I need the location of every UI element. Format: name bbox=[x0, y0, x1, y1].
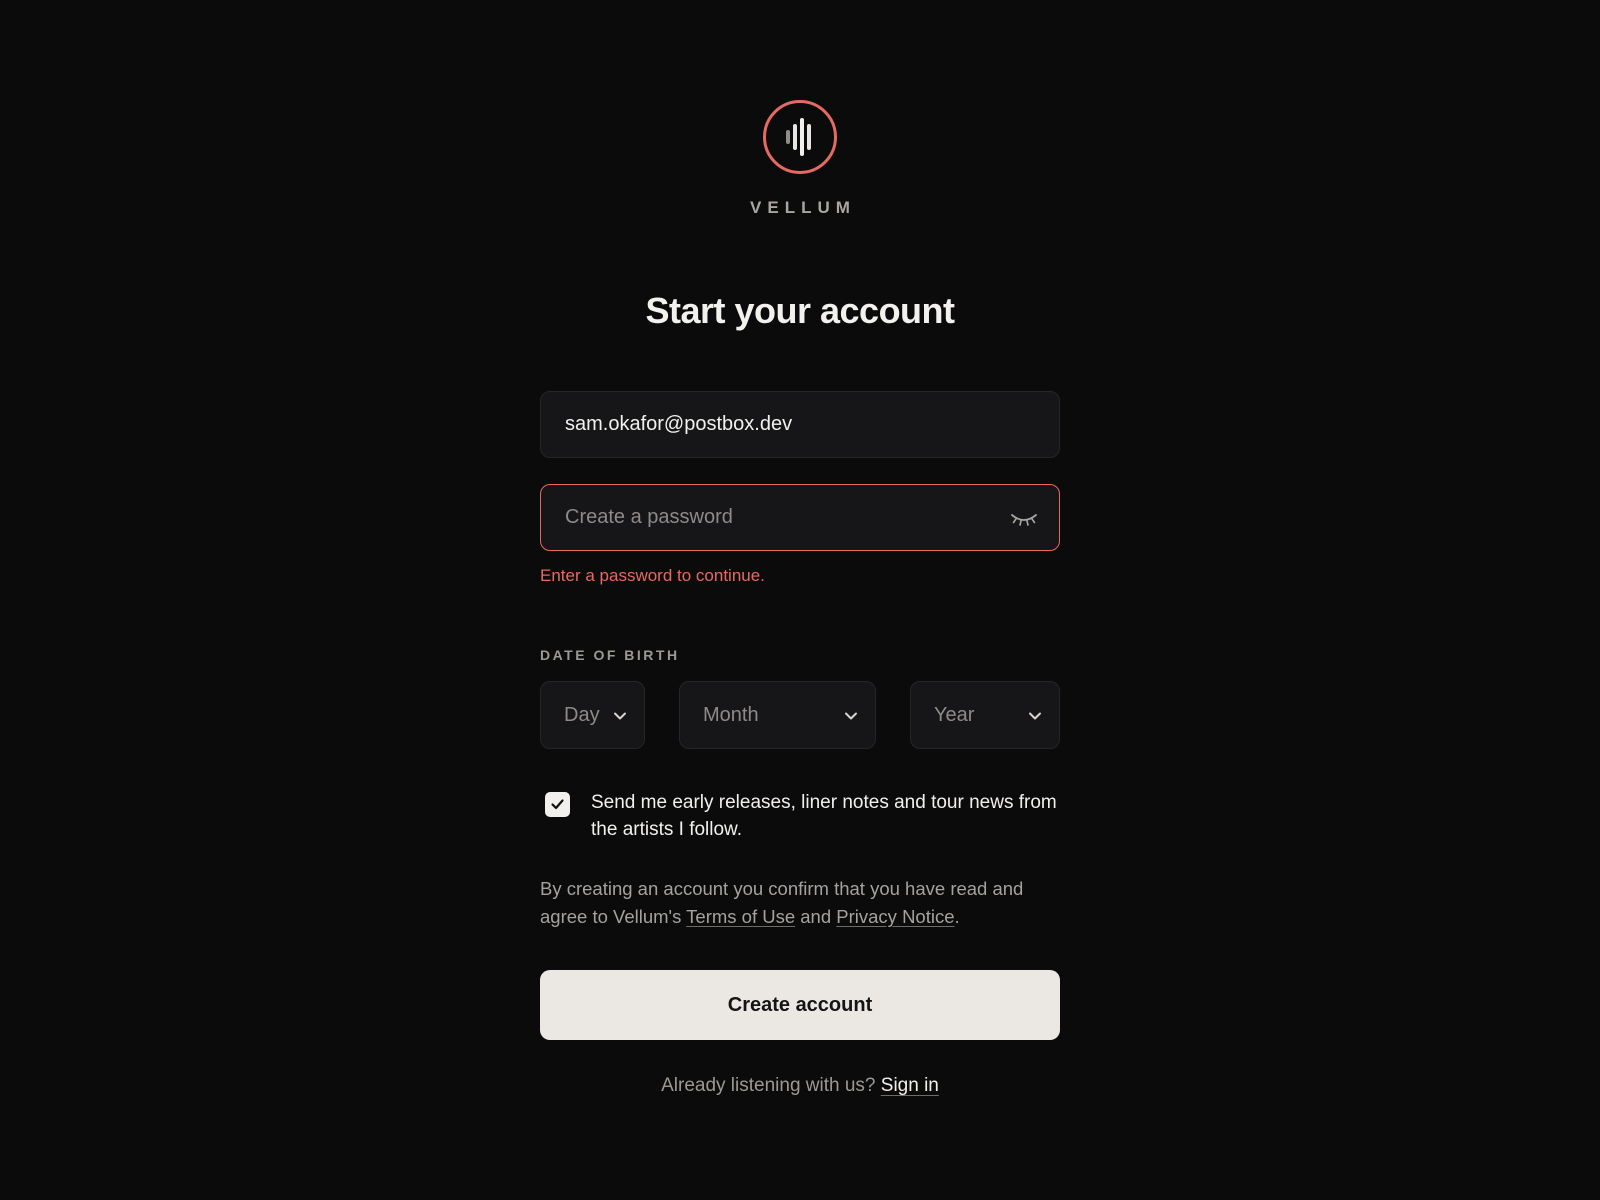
privacy-notice-link[interactable]: Privacy Notice bbox=[836, 906, 954, 927]
legal-text-suffix: . bbox=[954, 906, 960, 927]
page-title: Start your account bbox=[645, 290, 955, 331]
dob-day-select[interactable]: Day bbox=[540, 681, 645, 749]
chevron-down-icon bbox=[614, 712, 626, 720]
brand-name: VELLUM bbox=[750, 198, 856, 217]
eye-closed-icon[interactable] bbox=[1009, 505, 1039, 531]
marketing-checkbox-label[interactable]: Send me early releases, liner notes and … bbox=[591, 789, 1061, 843]
email-field-container bbox=[540, 391, 1060, 458]
dob-year-select[interactable]: Year bbox=[910, 681, 1060, 749]
dob-label: DATE OF BIRTH bbox=[540, 647, 680, 663]
dob-day-value: Day bbox=[564, 704, 600, 726]
sign-in-link[interactable]: Sign in bbox=[881, 1075, 939, 1096]
legal-text-and: and bbox=[800, 906, 832, 927]
password-error-message: Enter a password to continue. bbox=[540, 566, 765, 585]
terms-of-use-link[interactable]: Terms of Use bbox=[686, 906, 795, 927]
legal-notice: By creating an account you confirm that … bbox=[540, 875, 1060, 931]
signin-row: Already listening with us? Sign in bbox=[0, 1075, 1600, 1097]
chevron-down-icon bbox=[1029, 712, 1041, 720]
dob-year-value: Year bbox=[934, 704, 975, 726]
marketing-checkbox[interactable] bbox=[545, 792, 570, 817]
password-field-container bbox=[540, 484, 1060, 551]
sound-wave-icon bbox=[763, 100, 837, 174]
create-account-button[interactable]: Create account bbox=[540, 970, 1060, 1040]
password-field[interactable] bbox=[541, 485, 1059, 550]
dob-month-value: Month bbox=[703, 704, 759, 726]
checkmark-icon bbox=[551, 799, 564, 810]
email-field[interactable] bbox=[541, 392, 1059, 457]
chevron-down-icon bbox=[845, 712, 857, 720]
signin-prompt: Already listening with us? bbox=[661, 1075, 876, 1096]
dob-month-select[interactable]: Month bbox=[679, 681, 876, 749]
